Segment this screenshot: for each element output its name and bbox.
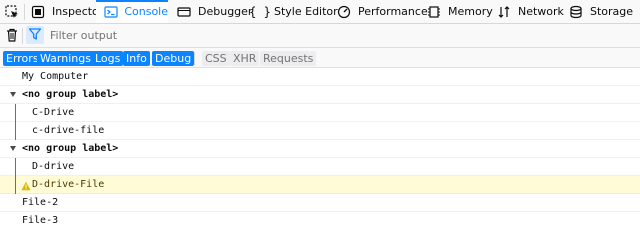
console-message: My Computer xyxy=(0,68,640,86)
filter-output-input[interactable] xyxy=(50,27,350,43)
network-icon xyxy=(496,4,512,20)
console-message: C-Drive xyxy=(0,104,640,122)
console-group[interactable]: <no group label> xyxy=(0,86,640,104)
filter-xhr-button[interactable]: XHR xyxy=(230,51,260,66)
tab-performance[interactable]: Performance xyxy=(336,0,428,23)
clear-console-trash-icon[interactable] xyxy=(4,27,20,43)
funnel-icon xyxy=(28,27,42,44)
tab-storage[interactable]: Storage xyxy=(568,0,633,23)
group-twisty-icon[interactable] xyxy=(10,146,16,151)
tab-style-editor[interactable]: { } Style Editor xyxy=(249,0,338,23)
tab-label: Style Editor xyxy=(274,5,338,18)
message-text: File-3 xyxy=(22,215,59,226)
tab-label: Debugger xyxy=(198,5,253,18)
memory-icon xyxy=(426,4,442,20)
devtools-toolbar: Inspector Console Debugger { } Style Edi… xyxy=(0,0,640,24)
filter-debug-button[interactable]: Debug xyxy=(152,51,195,66)
group-indent-guide xyxy=(15,104,16,122)
console-message: c-drive-file xyxy=(0,122,640,140)
group-label: <no group label> xyxy=(22,143,119,154)
tab-label: Network xyxy=(518,5,564,18)
filter-logs-button[interactable]: Logs xyxy=(92,51,124,66)
console-filter-bar xyxy=(0,24,640,48)
tab-label: Memory xyxy=(448,5,493,18)
message-text: c-drive-file xyxy=(32,125,105,136)
message-text: D-drive xyxy=(32,161,75,172)
filter-requests-button[interactable]: Requests xyxy=(260,51,317,66)
group-label: <no group label> xyxy=(22,89,119,100)
filter-info-button[interactable]: Info xyxy=(123,51,150,66)
warning-icon xyxy=(21,180,31,191)
filter-errors-button[interactable]: Errors xyxy=(3,51,42,66)
console-icon xyxy=(104,4,118,20)
console-group[interactable]: <no group label> xyxy=(0,140,640,158)
storage-icon xyxy=(568,4,584,20)
filter-warnings-button[interactable]: Warnings xyxy=(37,51,94,66)
group-indent-guide xyxy=(15,176,16,194)
debugger-icon xyxy=(176,4,192,20)
performance-icon xyxy=(336,4,352,20)
console-message: File-2 xyxy=(0,194,640,212)
style-editor-icon: { } xyxy=(249,4,271,19)
message-text: File-2 xyxy=(22,197,59,208)
filter-toggle-button[interactable] xyxy=(26,26,44,44)
message-text: My Computer xyxy=(22,71,89,82)
message-text: C-Drive xyxy=(32,107,75,118)
element-picker-icon xyxy=(4,4,20,20)
group-twisty-icon[interactable] xyxy=(10,92,16,97)
element-picker-button[interactable] xyxy=(4,0,26,23)
message-text: D-drive-File xyxy=(32,179,105,190)
tab-inspector[interactable]: Inspector xyxy=(30,0,103,23)
tab-memory[interactable]: Memory xyxy=(426,0,493,23)
console-message: File-3 xyxy=(0,212,640,230)
tab-network[interactable]: Network xyxy=(496,0,564,23)
tab-label: Performance xyxy=(358,5,428,18)
filter-css-button[interactable]: CSS xyxy=(202,51,230,66)
group-indent-guide xyxy=(15,158,16,176)
tab-label: Console xyxy=(124,5,168,18)
inspector-icon xyxy=(30,4,46,20)
console-warning-message: D-drive-File xyxy=(0,176,640,194)
console-category-filters: Errors Warnings Logs Info Debug CSS XHR … xyxy=(0,48,640,68)
group-indent-guide xyxy=(15,122,16,140)
tab-console[interactable]: Console xyxy=(96,0,168,23)
tab-label: Storage xyxy=(590,5,634,18)
tab-debugger[interactable]: Debugger xyxy=(176,0,252,23)
console-message: D-drive xyxy=(0,158,640,176)
